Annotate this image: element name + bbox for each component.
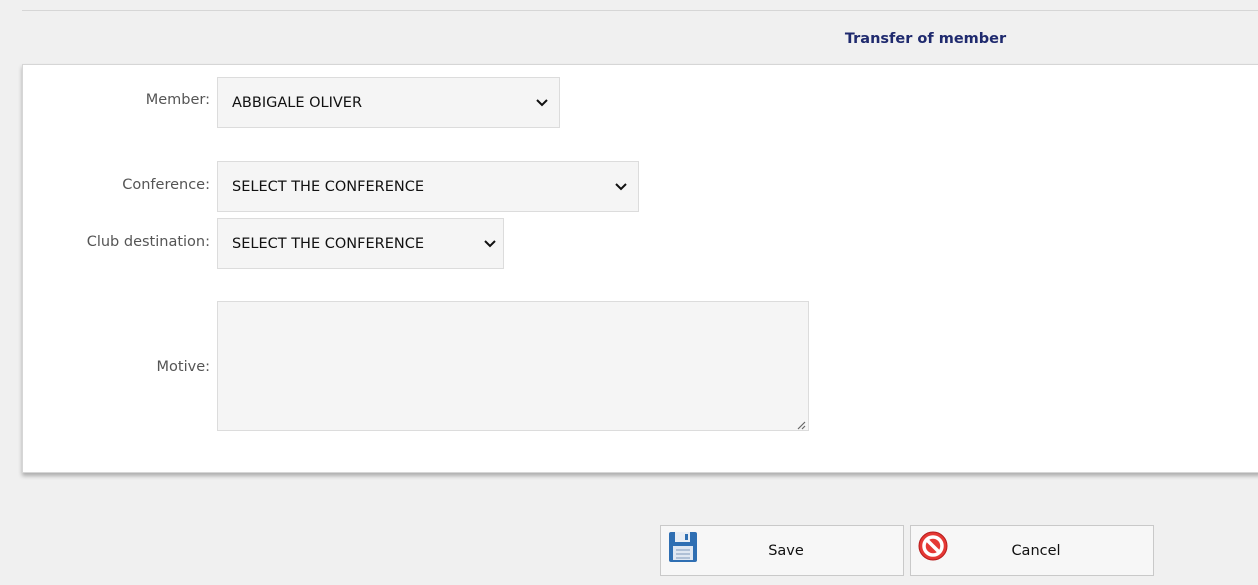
member-select-value: ABBIGALE OLIVER [232,94,363,111]
form-title: Transfer of member [844,31,1007,47]
conference-label: Conference: [122,177,210,193]
club-destination-label: Club destination: [86,234,210,250]
conference-select-value: SELECT THE CONFERENCE [232,178,424,195]
member-select[interactable]: ABBIGALE OLIVER [217,77,560,128]
club-destination-select[interactable]: SELECT THE CONFERENCE [217,218,504,269]
resize-handle-icon[interactable] [796,418,806,430]
save-button[interactable]: Save [660,525,904,576]
cancel-button[interactable]: Cancel [910,525,1154,576]
conference-select[interactable]: SELECT THE CONFERENCE [217,161,639,212]
top-divider [22,10,1258,11]
cancel-button-label: Cancel [1011,542,1061,559]
motive-label: Motive: [156,359,210,375]
chevron-down-icon [535,96,549,110]
club-destination-select-value: SELECT THE CONFERENCE [232,235,424,252]
member-label: Member: [145,92,210,108]
chevron-down-icon [483,237,497,251]
chevron-down-icon [614,180,628,194]
motive-textarea[interactable] [217,301,809,431]
save-button-label: Save [768,542,804,559]
